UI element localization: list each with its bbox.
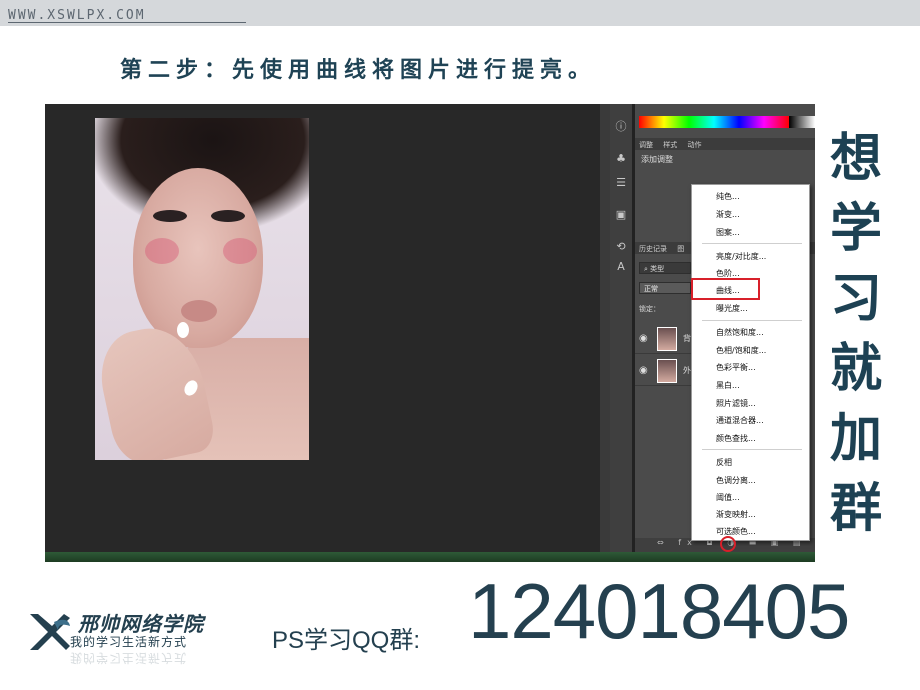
adjustment-menu: 纯色... 渐变... 图案... 亮度/对比度... 色阶... 曲线... … [691,184,810,541]
step-title: 第二步：先使用曲线将图片进行提亮。 [120,58,597,83]
history-icon[interactable]: ⟲ [613,240,629,254]
layer-thumbnail [657,359,677,383]
panel-toolstrip: ⓘ ♣ ☰ ▣ ⟲ A [610,104,632,552]
tab-actions[interactable]: 动作 [683,138,705,152]
grey-ramp[interactable] [789,116,815,128]
info-icon[interactable]: ⓘ [613,120,629,134]
layer-thumbnail [657,327,677,351]
curves-highlight-box [691,278,760,300]
menu-item-solid-color[interactable]: 纯色... [716,191,740,202]
windows-taskbar [45,552,815,562]
menu-item-hue-saturation[interactable]: 色相/饱和度... [716,345,766,356]
school-slogan: 我的学习生活新方式 [70,635,188,649]
menu-item-gradient-map[interactable]: 渐变映射... [716,509,756,520]
slogan-char: 加 [829,409,882,469]
portrait-photo [95,118,309,460]
layers-icon[interactable]: ▣ [613,208,629,222]
slogan-char: 习 [829,269,882,329]
school-logo-icon [30,614,70,650]
adjustment-button-highlight [720,536,736,552]
layer-name: 背 [683,334,691,343]
visibility-eye-icon[interactable]: ◉ [639,365,648,376]
lock-label: 锁定： [639,305,660,313]
photoshop-screenshot: ⓘ ♣ ☰ ▣ ⟲ A 调整 样式 动作 添加调整 历史记录 图 ⌕ 类型 正常… [45,104,815,562]
brush-icon[interactable]: ♣ [613,152,629,166]
add-adjustment-label: 添加调整 [641,155,673,164]
menu-item-vibrance[interactable]: 自然饱和度... [716,327,764,338]
slogan-char: 就 [829,339,882,399]
qq-group-label: PS学习QQ群: [272,627,421,654]
site-url: WWW.XSWLPX.COM [8,8,146,23]
layer-filter-select[interactable]: ⌕ 类型 [639,262,691,274]
visibility-eye-icon[interactable]: ◉ [639,333,648,344]
menu-item-brightness-contrast[interactable]: 亮度/对比度... [716,251,766,262]
adjust-icon[interactable]: ☰ [613,176,629,190]
menu-item-threshold[interactable]: 阈值... [716,492,740,503]
menu-item-pattern[interactable]: 图案... [716,227,740,238]
top-banner: WWW.XSWLPX.COM [0,0,920,26]
menu-item-gradient[interactable]: 渐变... [716,209,740,220]
tab-layers[interactable]: 图 [673,242,688,256]
menu-item-color-lookup[interactable]: 颜色查找... [716,433,756,444]
blend-mode-select[interactable]: 正常 [639,282,691,294]
character-icon[interactable]: A [613,260,629,274]
tab-history[interactable]: 历史记录 [635,242,671,256]
slogan-char: 学 [829,199,882,259]
color-spectrum[interactable] [639,116,789,128]
menu-item-exposure[interactable]: 曝光度... [716,303,748,314]
school-slogan-reflection: 我的学习生活新方式 [70,651,188,665]
url-underline [8,22,246,23]
menu-item-channel-mixer[interactable]: 通道混合器... [716,415,764,426]
menu-item-photo-filter[interactable]: 照片滤镜... [716,398,756,409]
tab-styles[interactable]: 样式 [659,138,681,152]
menu-item-selective-color[interactable]: 可选颜色... [716,526,756,537]
menu-item-color-balance[interactable]: 色彩平衡... [716,362,756,373]
qq-group-number: 124018405 [468,567,850,655]
canvas-area [45,104,600,552]
menu-item-invert[interactable]: 反相 [716,457,732,468]
menu-item-black-white[interactable]: 黑白... [716,380,740,391]
slogan-char: 群 [829,479,882,539]
layer-name: 外 [683,366,691,375]
tab-adjust[interactable]: 调整 [635,138,657,152]
menu-item-posterize[interactable]: 色调分离... [716,475,756,486]
adjustments-tabs: 调整 样式 动作 [635,138,815,150]
slogan-char: 想 [829,129,882,189]
